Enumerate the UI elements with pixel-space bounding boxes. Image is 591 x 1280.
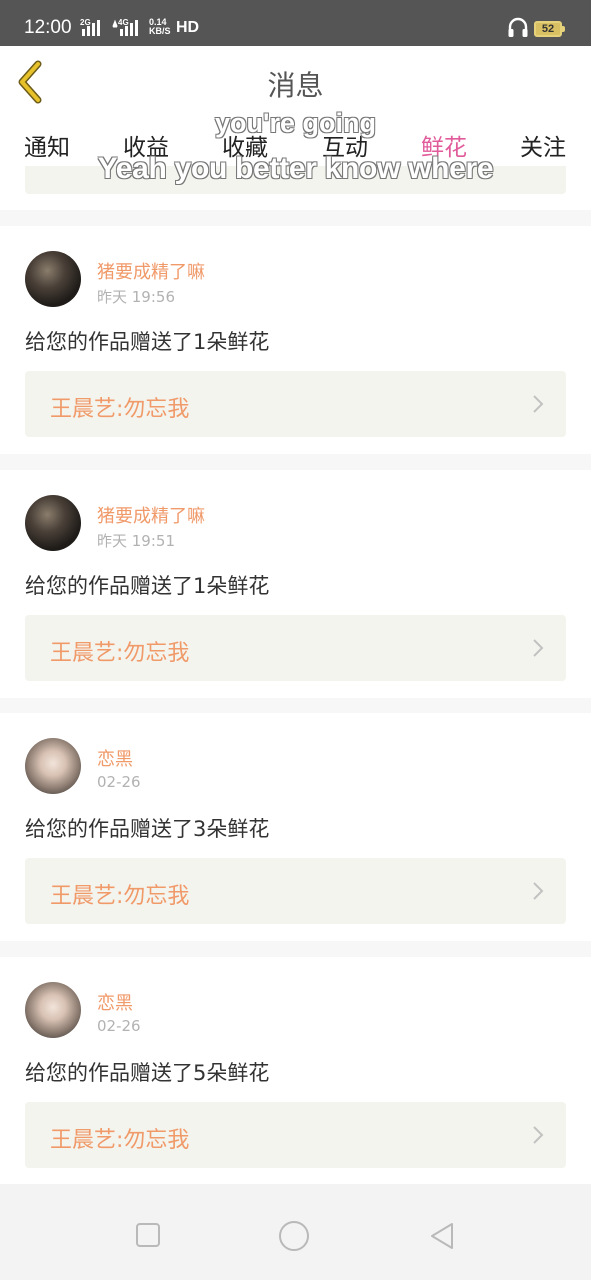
recent-apps-icon[interactable] — [135, 1222, 161, 1248]
username[interactable]: 恋黑 — [97, 989, 133, 1015]
signal-icon: 2G — [80, 18, 100, 36]
list-item: 猪要成精了嘛 昨天 19:56 给您的作品赠送了1朵鲜花 王晨艺:勿忘我 — [0, 226, 591, 454]
avatar[interactable] — [25, 982, 81, 1038]
signal-4g-icon: 4G — [112, 18, 138, 36]
svg-text:4G: 4G — [118, 18, 129, 27]
chevron-right-icon — [533, 882, 544, 900]
avatar[interactable] — [25, 251, 81, 307]
network-speed: 0.14 KB/S — [149, 17, 171, 36]
tab-bar: 通知 收益 收藏 互动 鲜花 关注 — [0, 118, 591, 166]
tab-earnings[interactable]: 收益 — [123, 128, 169, 162]
username[interactable]: 恋黑 — [97, 745, 133, 771]
notification-message: 给您的作品赠送了1朵鲜花 — [25, 574, 270, 598]
username[interactable]: 猪要成精了嘛 — [97, 502, 205, 528]
notification-list[interactable]: 猪要成精了嘛 昨天 19:56 给您的作品赠送了1朵鲜花 王晨艺:勿忘我 猪要成… — [0, 166, 591, 1184]
timestamp: 02-26 — [97, 1017, 141, 1035]
header: 消息 — [0, 46, 591, 118]
work-title: 王晨艺:勿忘我 — [50, 397, 190, 422]
avatar[interactable] — [25, 738, 81, 794]
tab-interactions[interactable]: 互动 — [322, 128, 368, 162]
status-time: 12:00 — [24, 17, 72, 38]
avatar[interactable] — [25, 495, 81, 551]
page-title: 消息 — [267, 69, 324, 102]
work-link[interactable]: 王晨艺:勿忘我 — [25, 615, 566, 681]
timestamp: 昨天 19:56 — [97, 288, 175, 306]
tab-favorites[interactable]: 收藏 — [222, 128, 268, 162]
tab-follows[interactable]: 关注 — [520, 128, 566, 162]
tab-flowers[interactable]: 鲜花 — [421, 128, 467, 162]
back-nav-icon[interactable] — [428, 1221, 456, 1251]
svg-text:2G: 2G — [80, 18, 91, 27]
work-link[interactable]: 王晨艺:勿忘我 — [25, 1102, 566, 1168]
work-title: 王晨艺:勿忘我 — [50, 641, 190, 666]
list-item: 恋黑 02-26 给您的作品赠送了5朵鲜花 王晨艺:勿忘我 — [0, 957, 591, 1184]
work-title: 王晨艺:勿忘我 — [50, 884, 190, 909]
work-link[interactable]: 王晨艺:勿忘我 — [25, 371, 566, 437]
headset-icon — [508, 17, 528, 37]
notification-message: 给您的作品赠送了3朵鲜花 — [25, 817, 270, 841]
chevron-right-icon — [533, 1126, 544, 1144]
chevron-right-icon — [533, 639, 544, 657]
home-icon[interactable] — [278, 1220, 310, 1252]
notification-message: 给您的作品赠送了5朵鲜花 — [25, 1061, 270, 1085]
hd-voice-indicator: HD — [176, 19, 200, 36]
timestamp: 02-26 — [97, 773, 141, 791]
tab-notifications[interactable]: 通知 — [24, 128, 70, 162]
notification-message: 给您的作品赠送了1朵鲜花 — [25, 330, 270, 354]
battery-icon: 52 — [534, 21, 565, 37]
timestamp: 昨天 19:51 — [97, 532, 175, 550]
status-bar: 12:00 2G 4G 0.14 KB/S HD 52 — [0, 0, 591, 46]
list-item — [0, 166, 591, 210]
chevron-right-icon — [533, 395, 544, 413]
work-title: 王晨艺:勿忘我 — [50, 1128, 190, 1153]
work-link[interactable]: 王晨艺:勿忘我 — [25, 858, 566, 924]
work-link[interactable] — [25, 166, 566, 194]
username[interactable]: 猪要成精了嘛 — [97, 258, 205, 284]
system-navigation-bar — [0, 1184, 591, 1280]
list-item: 猪要成精了嘛 昨天 19:51 给您的作品赠送了1朵鲜花 王晨艺:勿忘我 — [0, 470, 591, 698]
list-item: 恋黑 02-26 给您的作品赠送了3朵鲜花 王晨艺:勿忘我 — [0, 713, 591, 941]
